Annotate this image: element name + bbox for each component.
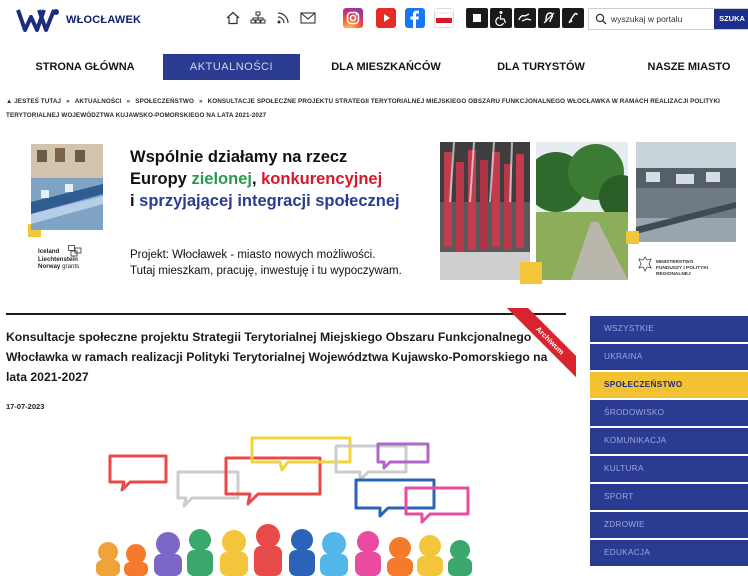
search-box: SZUKA bbox=[588, 8, 748, 30]
article-date: 17-07-2023 bbox=[6, 402, 45, 411]
category-item-environment[interactable]: ŚRODOWISKO bbox=[590, 400, 748, 426]
decor-square bbox=[520, 262, 542, 284]
city-crest-icon bbox=[16, 9, 59, 32]
breadcrumb-item: JESTEŚ TUTAJ bbox=[14, 98, 62, 105]
mute-icon[interactable] bbox=[562, 8, 584, 28]
banner-heading: Wspólnie działamy na rzecz Europy zielon… bbox=[130, 148, 400, 210]
category-item-ukraine[interactable]: UKRAINA bbox=[590, 344, 748, 370]
nav-item-news[interactable]: AKTUALNOŚCI bbox=[163, 54, 300, 80]
sign-language-icon[interactable] bbox=[514, 8, 536, 28]
eagle-emblem-icon bbox=[638, 256, 652, 273]
nav-item-our-city[interactable]: NASZE MIASTO bbox=[638, 54, 740, 80]
top-bar: WŁOCŁAWEK wyszukaj w portalu SZUKA bbox=[0, 0, 748, 40]
mail-icon[interactable] bbox=[300, 11, 318, 27]
project-description: Projekt: Włocławek - miasto nowych możli… bbox=[130, 249, 402, 277]
rss-icon[interactable] bbox=[276, 11, 294, 27]
archive-ribbon: Archiwum bbox=[496, 308, 576, 388]
article-illustration bbox=[88, 432, 488, 576]
location-icon: ▲ bbox=[6, 98, 13, 105]
search-button[interactable]: SZUKA bbox=[714, 9, 748, 29]
people-speech-bubbles-image bbox=[96, 436, 472, 576]
category-item-health[interactable]: ZDROWIE bbox=[590, 512, 748, 538]
banner-photo-fountain bbox=[440, 142, 530, 280]
youtube-icon[interactable] bbox=[376, 8, 396, 28]
eea-flag-icon bbox=[68, 245, 82, 257]
banner-photo-park bbox=[536, 142, 628, 280]
search-input[interactable] bbox=[611, 12, 701, 26]
category-item-sport[interactable]: SPORT bbox=[590, 484, 748, 510]
category-item-all[interactable]: WSZYSTKIE bbox=[590, 316, 748, 342]
article-title: Konsultacje społeczne projektu Strategii… bbox=[6, 330, 548, 384]
banner-photo-aerial bbox=[636, 142, 736, 242]
category-item-transport[interactable]: KOMUNIKACJA bbox=[590, 428, 748, 454]
contrast-icon[interactable] bbox=[466, 8, 488, 28]
category-item-culture[interactable]: KULTURA bbox=[590, 456, 748, 482]
deaf-icon[interactable] bbox=[538, 8, 560, 28]
breadcrumb-link-news[interactable]: AKTUALNOŚCI bbox=[75, 98, 122, 105]
breadcrumb: ▲ JESTEŚ TUTAJ» AKTUALNOŚCI» SPOŁECZEŃSTWO… bbox=[6, 98, 720, 119]
breadcrumb-link-society[interactable]: SPOŁECZEŃSTWO bbox=[135, 98, 194, 105]
home-icon[interactable] bbox=[226, 11, 244, 27]
ministry-logo: MINISTERSTWO FUNDUSZY I POLITYKI REGIONA… bbox=[638, 256, 708, 277]
archive-ribbon-label: Archiwum bbox=[502, 308, 576, 388]
logo-text: WŁOCŁAWEK bbox=[66, 14, 142, 26]
category-item-education[interactable]: EDUKACJA bbox=[590, 540, 748, 566]
nav-item-residents[interactable]: DLA MIESZKAŃCÓW bbox=[322, 54, 450, 80]
article-divider bbox=[6, 313, 566, 315]
category-item-society[interactable]: SPOŁECZEŃSTWO bbox=[590, 372, 748, 398]
instagram-icon[interactable] bbox=[343, 8, 363, 28]
nav-item-tourists[interactable]: DLA TURYSTÓW bbox=[492, 54, 590, 80]
flag-icon[interactable] bbox=[434, 8, 454, 28]
search-icon bbox=[595, 13, 607, 25]
banner-photo-building bbox=[31, 144, 103, 230]
sitemap-icon[interactable] bbox=[250, 11, 268, 27]
wheelchair-icon[interactable] bbox=[490, 8, 512, 28]
facebook-icon[interactable] bbox=[405, 8, 425, 28]
eea-grants-banner: Iceland Liechtenstein Norway grants Wspó… bbox=[0, 138, 748, 288]
city-logo[interactable]: WŁOCŁAWEK bbox=[16, 6, 141, 34]
nav-item-home[interactable]: STRONA GŁÓWNA bbox=[28, 54, 142, 80]
decor-square bbox=[626, 231, 639, 244]
main-nav: STRONA GŁÓWNA AKTUALNOŚCI DLA MIESZKAŃCÓ… bbox=[0, 54, 748, 80]
